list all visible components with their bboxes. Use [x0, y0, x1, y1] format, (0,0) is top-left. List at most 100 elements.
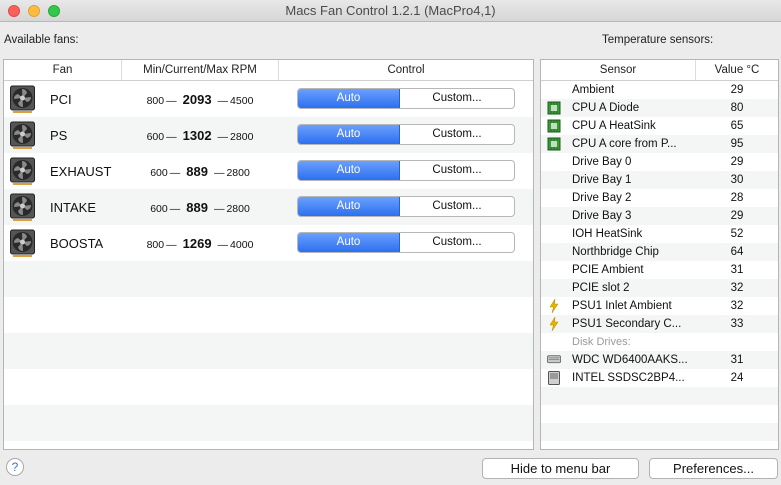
sensor-row[interactable]: Ambient 29 [541, 81, 778, 99]
fan-icon [10, 193, 35, 222]
auto-control-button[interactable]: Auto [298, 161, 400, 180]
sensor-name: CPU A core from P... [572, 138, 677, 150]
fan-control-segmented[interactable]: Auto Custom... [297, 232, 515, 253]
empty-row [541, 387, 778, 405]
custom-control-button[interactable]: Custom... [400, 161, 514, 180]
sensor-value: 24 [730, 372, 744, 384]
sensor-row[interactable]: Drive Bay 0 29 [541, 153, 778, 171]
rpm-separator: — [166, 94, 177, 107]
sensor-row[interactable]: WDC WD6400AAKS... 31 [541, 351, 778, 369]
sensor-value: 31 [730, 354, 744, 366]
fans-table-header: Fan Min/Current/Max RPM Control [4, 60, 533, 81]
fan-control-segmented[interactable]: Auto Custom... [297, 124, 515, 145]
sensor-name: Ambient [572, 84, 615, 96]
sensor-row[interactable]: CPU A HeatSink 65 [541, 117, 778, 135]
fan-row[interactable]: PS 600—1302—2800 Auto Custom... [4, 117, 533, 153]
auto-control-button[interactable]: Auto [298, 89, 400, 108]
fan-row[interactable]: BOOSTA 800—1269—4000 Auto Custom... [4, 225, 533, 261]
fan-rpm: 600—889—2800 [122, 164, 278, 179]
fan-control-segmented[interactable]: Auto Custom... [297, 88, 515, 109]
sensor-row[interactable]: Drive Bay 1 30 [541, 171, 778, 189]
sensor-row[interactable]: CPU A core from P... 95 [541, 135, 778, 153]
sensor-value: 31 [730, 264, 744, 276]
fan-control-segmented[interactable]: Auto Custom... [297, 160, 515, 181]
sensor-name: CPU A HeatSink [572, 120, 656, 132]
chip-icon [547, 101, 561, 115]
sensor-row[interactable]: PCIE Ambient 31 [541, 261, 778, 279]
fans-table[interactable]: Fan Min/Current/Max RPM Control PCI 800—2… [3, 59, 534, 450]
fan-current-rpm: 2093 [182, 91, 212, 107]
fan-max-rpm: 2800 [226, 166, 250, 179]
disk-drives-header: Disk Drives: [572, 336, 631, 348]
fan-row[interactable]: PCI 800—2093—4500 Auto Custom... [4, 81, 533, 117]
fan-row[interactable]: EXHAUST 600—889—2800 Auto Custom... [4, 153, 533, 189]
sensor-row[interactable]: Drive Bay 2 28 [541, 189, 778, 207]
fan-current-rpm: 889 [186, 199, 208, 215]
rpm-separator: — [166, 238, 177, 251]
fan-min-rpm: 800 [146, 238, 165, 251]
sensor-row[interactable]: INTEL SSDSC2BP4... 24 [541, 369, 778, 387]
custom-control-button[interactable]: Custom... [400, 125, 514, 144]
fan-min-rpm: 600 [146, 130, 165, 143]
sensor-row[interactable]: Drive Bay 3 29 [541, 207, 778, 225]
chip-icon [547, 137, 561, 151]
sensor-name: Drive Bay 3 [572, 210, 632, 222]
column-header-value[interactable]: Value °C [696, 60, 778, 80]
sensor-value: 32 [730, 282, 744, 294]
sensor-row[interactable]: PSU1 Secondary C... 33 [541, 315, 778, 333]
sensor-name: Drive Bay 0 [572, 156, 632, 168]
fan-name: BOOSTA [50, 235, 104, 251]
sensor-row[interactable]: Northbridge Chip 64 [541, 243, 778, 261]
chip-icon [547, 119, 561, 133]
empty-row [4, 333, 533, 369]
sensor-name: Drive Bay 1 [572, 174, 632, 186]
auto-control-button[interactable]: Auto [298, 125, 400, 144]
custom-control-button[interactable]: Custom... [400, 197, 514, 216]
sensor-name: IOH HeatSink [572, 228, 643, 240]
empty-row [541, 405, 778, 423]
fan-name: EXHAUST [50, 163, 112, 179]
sensor-row[interactable]: PSU1 Inlet Ambient 32 [541, 297, 778, 315]
fan-icon [10, 229, 35, 258]
lightning-icon [547, 316, 561, 332]
sensor-row[interactable]: PCIE slot 2 32 [541, 279, 778, 297]
sensor-value: 95 [730, 138, 744, 150]
ssd-icon [547, 371, 561, 385]
sensor-value: 29 [730, 84, 744, 96]
preferences-button[interactable]: Preferences... [649, 458, 778, 479]
rpm-separator: — [169, 202, 181, 215]
sensor-value: 29 [730, 156, 744, 168]
column-header-rpm[interactable]: Min/Current/Max RPM [122, 60, 279, 80]
help-button[interactable]: ? [6, 458, 24, 476]
column-header-control[interactable]: Control [279, 60, 533, 80]
sensor-value: 64 [730, 246, 744, 258]
column-header-sensor[interactable]: Sensor [541, 60, 696, 80]
rpm-separator: — [169, 166, 181, 179]
fan-current-rpm: 1269 [182, 235, 212, 251]
fan-row[interactable]: INTAKE 600—889—2800 Auto Custom... [4, 189, 533, 225]
fan-min-rpm: 800 [146, 94, 165, 107]
custom-control-button[interactable]: Custom... [400, 233, 514, 252]
sensor-row[interactable]: IOH HeatSink 52 [541, 225, 778, 243]
sensor-value: 32 [730, 300, 744, 312]
auto-control-button[interactable]: Auto [298, 197, 400, 216]
sensor-name: INTEL SSDSC2BP4... [572, 372, 685, 384]
fan-current-rpm: 1302 [182, 127, 212, 143]
fan-max-rpm: 2800 [226, 202, 250, 215]
window-title: Macs Fan Control 1.2.1 (MacPro4,1) [285, 3, 496, 18]
fan-max-rpm: 2800 [230, 130, 254, 143]
rpm-separator: — [166, 130, 177, 143]
fan-control-segmented[interactable]: Auto Custom... [297, 196, 515, 217]
column-header-fan[interactable]: Fan [4, 60, 122, 80]
auto-control-button[interactable]: Auto [298, 233, 400, 252]
sensor-value: 28 [730, 192, 744, 204]
hide-to-menu-bar-button[interactable]: Hide to menu bar [482, 458, 639, 479]
sensors-table[interactable]: Sensor Value °C Ambient 29 CPU A Diode 80 CP… [540, 59, 779, 450]
sensor-row[interactable]: CPU A Diode 80 [541, 99, 778, 117]
custom-control-button[interactable]: Custom... [400, 89, 514, 108]
sensor-name: PSU1 Inlet Ambient [572, 300, 672, 312]
rpm-separator: — [217, 94, 229, 107]
fan-icon [10, 85, 35, 114]
title-bar[interactable]: Macs Fan Control 1.2.1 (MacPro4,1) [0, 0, 781, 22]
sensor-value: 52 [730, 228, 744, 240]
